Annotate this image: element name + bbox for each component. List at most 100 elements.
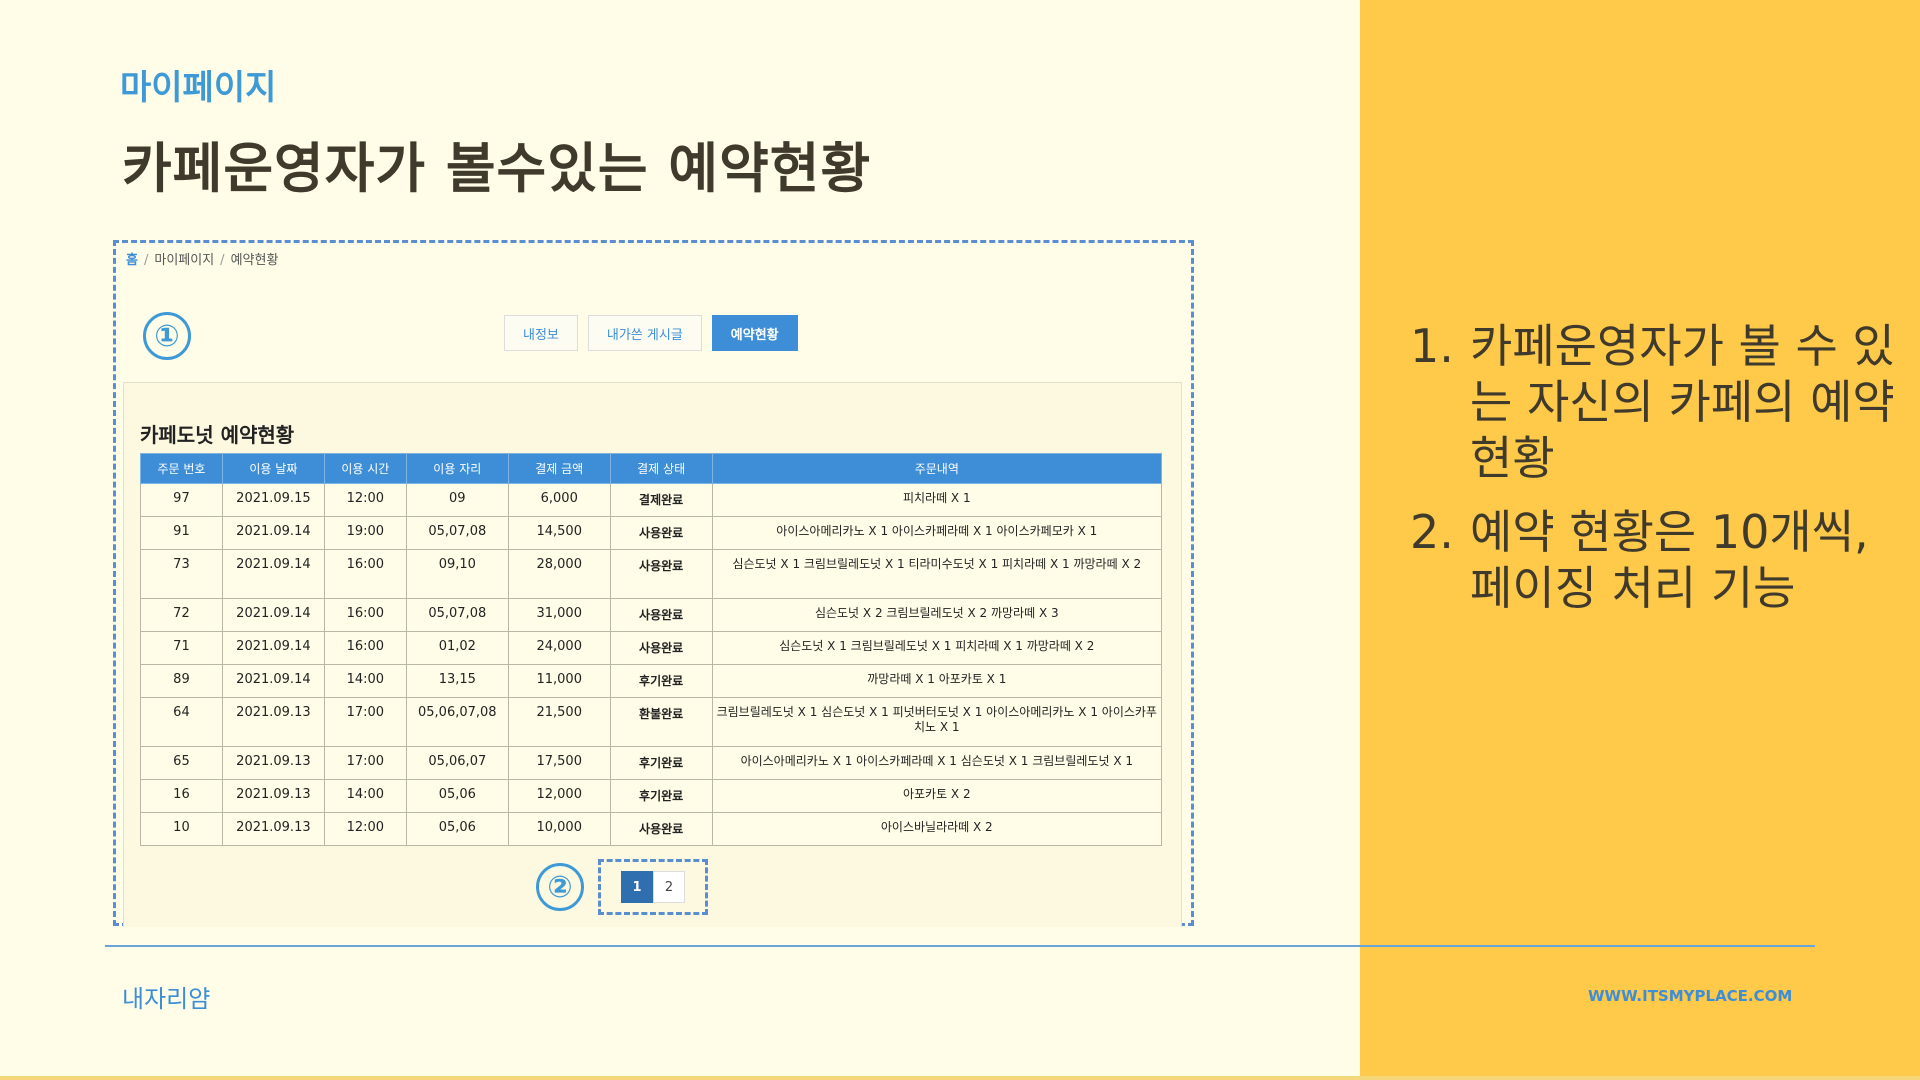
cell-amount: 28,000	[507, 549, 611, 599]
cell-amount: 31,000	[507, 598, 611, 632]
cell-amount: 12,000	[507, 779, 611, 813]
tab-my-info[interactable]: 내정보	[504, 315, 578, 351]
pagination: 1 2	[598, 859, 708, 915]
cell-order-number: 89	[140, 664, 223, 698]
cell-seat: 05,07,08	[405, 516, 509, 550]
cell-seat: 13,15	[405, 664, 509, 698]
cell-order-number: 91	[140, 516, 223, 550]
breadcrumb-home[interactable]: 홈	[126, 253, 138, 268]
tab-my-posts[interactable]: 내가쓴 게시글	[587, 315, 702, 351]
cell-order-number: 72	[140, 598, 223, 632]
table-row[interactable]: 97 2021.09.15 12:00 09 6,000 결제완료 피치라떼 X…	[140, 483, 1163, 517]
cell-seat: 05,06,07,08	[405, 697, 509, 747]
table-row[interactable]: 71 2021.09.14 16:00 01,02 24,000 사용완료 심슨…	[140, 631, 1163, 665]
cell-order-details: 심슨도넛 X 2 크림브릴레도넛 X 2 까망라떼 X 3	[711, 598, 1163, 632]
cell-status: 사용완료	[609, 598, 713, 632]
feature-notes: 1. 카페운영자가 볼 수 있는 자신의 카페의 예약 현황 2. 예약 현황은…	[1410, 318, 1910, 634]
cell-seat: 05,06	[405, 812, 509, 846]
page-button-2[interactable]: 2	[653, 871, 685, 903]
note-number: 1.	[1410, 319, 1454, 373]
note-item: 2. 예약 현황은 10개씩, 페이징 처리 기능	[1410, 504, 1910, 616]
cell-order-number: 10	[140, 812, 223, 846]
table-row[interactable]: 64 2021.09.13 17:00 05,06,07,08 21,500 환…	[140, 697, 1163, 747]
cell-use-time: 12:00	[323, 812, 407, 846]
col-seat[interactable]: 이용 자리	[405, 453, 509, 484]
col-order-details[interactable]: 주문내역	[711, 453, 1163, 484]
breadcrumb-mypage[interactable]: 마이페이지	[154, 253, 214, 268]
cell-use-date: 2021.09.14	[221, 516, 325, 550]
breadcrumb: 홈 / 마이페이지 / 예약현황	[126, 249, 278, 268]
cell-use-time: 17:00	[323, 697, 407, 747]
cell-use-time: 19:00	[323, 516, 407, 550]
section-title: 카페도넛 예약현황	[140, 423, 295, 447]
breadcrumb-current: 예약현황	[230, 253, 279, 268]
cell-use-date: 2021.09.14	[221, 631, 325, 665]
cell-status: 사용완료	[609, 631, 713, 665]
cell-use-time: 12:00	[323, 483, 407, 517]
cell-use-time: 16:00	[323, 598, 407, 632]
slide-title: 카페운영자가 볼수있는 예약현황	[122, 137, 872, 200]
cell-order-number: 97	[140, 483, 223, 517]
footer-brand: 내자리얌	[122, 985, 211, 1013]
cell-use-time: 14:00	[323, 664, 407, 698]
cell-use-date: 2021.09.14	[221, 549, 325, 599]
footer-divider	[105, 945, 1815, 947]
cell-order-details: 아이스아메리카노 X 1 아이스카페라떼 X 1 아이스카페모카 X 1	[711, 516, 1163, 550]
table-row[interactable]: 73 2021.09.14 16:00 09,10 28,000 사용완료 심슨…	[140, 549, 1163, 599]
table-row[interactable]: 65 2021.09.13 17:00 05,06,07 17,500 후기완료…	[140, 746, 1163, 780]
page-button-1[interactable]: 1	[621, 871, 653, 903]
reservation-panel: 카페도넛 예약현황 주문 번호 이용 날짜 이용 시간 이용 자리 결제 금액 …	[123, 382, 1182, 927]
cell-order-number: 64	[140, 697, 223, 747]
breadcrumb-separator: /	[220, 253, 225, 268]
cell-use-date: 2021.09.13	[221, 746, 325, 780]
table-row[interactable]: 10 2021.09.13 12:00 05,06 10,000 사용완료 아이…	[140, 812, 1163, 846]
table-row[interactable]: 72 2021.09.14 16:00 05,07,08 31,000 사용완료…	[140, 598, 1163, 632]
cell-seat: 05,06	[405, 779, 509, 813]
cell-seat: 05,06,07	[405, 746, 509, 780]
cell-use-time: 14:00	[323, 779, 407, 813]
cell-order-number: 65	[140, 746, 223, 780]
cell-order-details: 심슨도넛 X 1 크림브릴레도넛 X 1 피치라떼 X 1 까망라떼 X 2	[711, 631, 1163, 665]
cell-use-date: 2021.09.13	[221, 812, 325, 846]
cell-status: 사용완료	[609, 516, 713, 550]
cell-amount: 10,000	[507, 812, 611, 846]
cell-status: 후기완료	[609, 779, 713, 813]
col-amount[interactable]: 결제 금액	[507, 453, 611, 484]
cell-use-date: 2021.09.13	[221, 697, 325, 747]
cell-order-number: 71	[140, 631, 223, 665]
cell-order-details: 까망라떼 X 1 아포카토 X 1	[711, 664, 1163, 698]
note-text: 예약 현황은 10개씩, 페이징 처리 기능	[1470, 505, 1869, 615]
annotation-marker-2: ②	[536, 863, 584, 911]
tab-reservations[interactable]: 예약현황	[711, 315, 798, 351]
cell-seat: 01,02	[405, 631, 509, 665]
cell-order-details: 아이스아메리카노 X 1 아이스카페라떼 X 1 심슨도넛 X 1 크림브릴레도…	[711, 746, 1163, 780]
mypage-tabs: 내정보 내가쓴 게시글 예약현황	[504, 315, 798, 351]
table-row[interactable]: 16 2021.09.13 14:00 05,06 12,000 후기완료 아포…	[140, 779, 1163, 813]
annotation-marker-1: ①	[143, 312, 191, 360]
cell-status: 결제완료	[609, 483, 713, 517]
cell-order-details: 피치라떼 X 1	[711, 483, 1163, 517]
cell-use-time: 16:00	[323, 631, 407, 665]
cell-seat: 05,07,08	[405, 598, 509, 632]
cell-amount: 14,500	[507, 516, 611, 550]
col-use-date[interactable]: 이용 날짜	[221, 453, 325, 484]
col-status[interactable]: 결제 상태	[609, 453, 713, 484]
cell-order-number: 73	[140, 549, 223, 599]
note-number: 2.	[1410, 505, 1454, 559]
cell-use-time: 16:00	[323, 549, 407, 599]
cell-amount: 17,500	[507, 746, 611, 780]
table-row[interactable]: 91 2021.09.14 19:00 05,07,08 14,500 사용완료…	[140, 516, 1163, 550]
cell-amount: 24,000	[507, 631, 611, 665]
col-order-number[interactable]: 주문 번호	[140, 453, 223, 484]
cell-status: 사용완료	[609, 549, 713, 599]
cell-amount: 6,000	[507, 483, 611, 517]
cell-status: 사용완료	[609, 812, 713, 846]
col-use-time[interactable]: 이용 시간	[323, 453, 407, 484]
cell-seat: 09	[405, 483, 509, 517]
footer-url[interactable]: WWW.ITSMYPLACE.COM	[1588, 987, 1792, 1005]
bottom-accent-bar	[0, 1076, 1920, 1080]
cell-order-number: 16	[140, 779, 223, 813]
table-row[interactable]: 89 2021.09.14 14:00 13,15 11,000 후기완료 까망…	[140, 664, 1163, 698]
screenshot-frame: 홈 / 마이페이지 / 예약현황 ① 내정보 내가쓴 게시글 예약현황 카페도넛 예약현…	[113, 240, 1194, 927]
cell-order-details: 심슨도넛 X 1 크림브릴레도넛 X 1 티라미수도넛 X 1 피치라떼 X 1…	[711, 549, 1163, 599]
